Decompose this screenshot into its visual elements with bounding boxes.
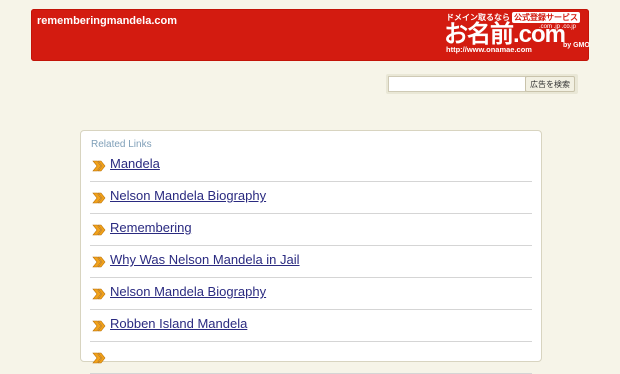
- double-chevron-right-icon: [92, 320, 106, 332]
- list-item: Nelson Mandela Biography: [90, 182, 532, 214]
- gmo-logo: by GMO: [563, 42, 590, 49]
- header-banner: rememberingmandela.com ドメイン取るなら 公式登録サービス …: [31, 9, 590, 61]
- related-link[interactable]: Why Was Nelson Mandela in Jail: [110, 252, 300, 267]
- search-ads-button[interactable]: 広告を検索: [525, 76, 575, 92]
- list-item: [90, 342, 532, 374]
- list-item: Remembering: [90, 214, 532, 246]
- list-item: Why Was Nelson Mandela in Jail: [90, 246, 532, 278]
- related-link[interactable]: Nelson Mandela Biography: [110, 188, 266, 203]
- double-chevron-right-icon: [92, 160, 106, 172]
- domain-name: rememberingmandela.com: [37, 15, 177, 27]
- search-bar: 広告を検索: [386, 74, 578, 94]
- related-links-panel: Related Links Mandela Nelson Mandela Bio…: [80, 130, 542, 374]
- double-chevron-right-icon: [92, 224, 106, 236]
- double-chevron-right-icon: [92, 192, 106, 204]
- related-link[interactable]: Remembering: [110, 220, 192, 235]
- related-link[interactable]: Mandela: [110, 156, 160, 171]
- double-chevron-right-icon: [92, 256, 106, 268]
- list-item: Mandela: [90, 150, 532, 182]
- related-links-title: Related Links: [91, 139, 152, 150]
- ad-tlds: .com .jp .co.jp: [539, 24, 577, 30]
- related-link[interactable]: Robben Island Mandela: [110, 316, 247, 331]
- related-links-list: Mandela Nelson Mandela Biography Remembe…: [90, 150, 532, 374]
- list-item: Nelson Mandela Biography: [90, 278, 532, 310]
- double-chevron-right-icon: [92, 352, 106, 364]
- onamae-ad[interactable]: ドメイン取るなら 公式登録サービス お名前.com .com .jp .co.jp…: [444, 12, 590, 58]
- search-input[interactable]: [388, 76, 526, 92]
- list-item: Robben Island Mandela: [90, 310, 532, 342]
- ad-url: http://www.onamae.com: [446, 45, 532, 54]
- double-chevron-right-icon: [92, 288, 106, 300]
- related-link[interactable]: Nelson Mandela Biography: [110, 284, 266, 299]
